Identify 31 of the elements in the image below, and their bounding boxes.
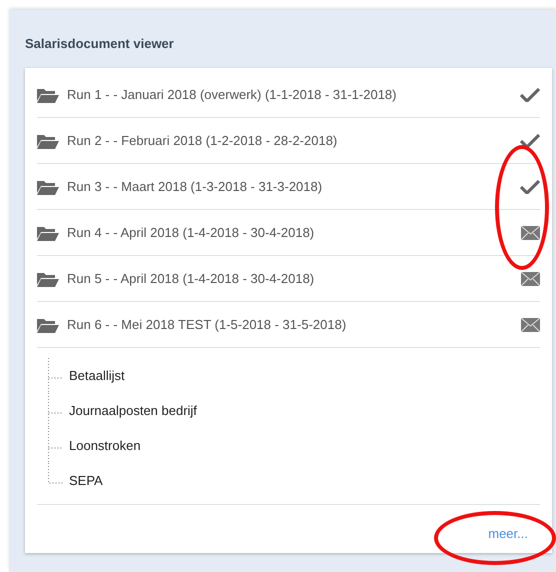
run-label: Run 1 - - Januari 2018 (overwerk) (1-1-2018 - 31-1-2018) (67, 87, 398, 102)
folder-icon (37, 86, 59, 102)
run-row[interactable]: Run 4 - - April 2018 (1-4-2018 - 30-4-2018) (37, 210, 540, 256)
tree-branch-icon (47, 393, 63, 428)
document-link[interactable]: Loonstroken (69, 438, 141, 453)
envelope-icon (521, 318, 540, 332)
document-link[interactable]: Betaallijst (69, 368, 125, 383)
run-label: Run 4 - - April 2018 (1-4-2018 - 30-4-2018) (67, 225, 316, 240)
document-link[interactable]: SEPA (69, 473, 103, 488)
checkmark-icon (520, 87, 540, 102)
document-link[interactable]: Journaalposten bedrijf (69, 403, 197, 418)
run-row[interactable]: Run 1 - - Januari 2018 (overwerk) (1-1-2018 - 31-1-2018) (37, 72, 540, 118)
run-label: Run 2 - - Februari 2018 (1-2-2018 - 28-2-2018) (67, 133, 338, 148)
envelope-icon (521, 272, 540, 286)
folder-icon (37, 132, 59, 148)
panel-title: Salarisdocument viewer (25, 36, 175, 53)
run-label: Run 6 - - Mei 2018 TEST (1-5-2018 - 31-5-2018) (67, 317, 348, 332)
envelope-icon (521, 226, 540, 240)
run-label: Run 5 - - April 2018 (1-4-2018 - 30-4-2018) (67, 271, 316, 286)
run-label: Run 3 - - Maart 2018 (1-3-2018 - 31-3-2018) (67, 179, 324, 194)
tree-branch-icon (47, 358, 63, 393)
run-row[interactable]: Run 6 - - Mei 2018 TEST (1-5-2018 - 31-5-2018) (37, 302, 540, 348)
run-row[interactable]: Run 3 - - Maart 2018 (1-3-2018 - 31-3-2018) (37, 164, 540, 210)
checkmark-icon (520, 133, 540, 148)
run-row[interactable]: Run 2 - - Februari 2018 (1-2-2018 - 28-2-2018) (37, 118, 540, 164)
folder-icon (37, 316, 59, 332)
checkmark-icon (520, 179, 540, 194)
folder-icon (37, 224, 59, 240)
folder-icon (37, 270, 59, 286)
folder-icon (37, 178, 59, 194)
run-row[interactable]: Run 5 - - April 2018 (1-4-2018 - 30-4-2018) (37, 256, 540, 302)
